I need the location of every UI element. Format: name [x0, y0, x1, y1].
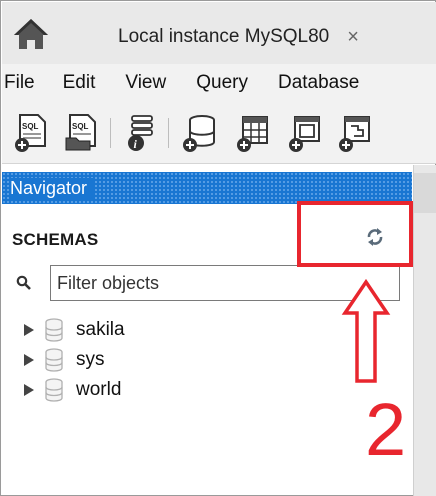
tree-item-label: world [76, 379, 122, 400]
menu-bar: File Edit View Query Database [2, 64, 436, 102]
tree-item-label: sakila [76, 319, 125, 340]
open-sql-script-icon[interactable]: SQL [62, 112, 102, 154]
annotation-step-number: 2 [365, 388, 407, 471]
toolbar-separator [168, 118, 169, 148]
database-icon [45, 348, 63, 372]
menu-file[interactable]: File [4, 72, 35, 94]
menu-view[interactable]: View [125, 72, 166, 94]
schemas-title: SCHEMAS [12, 230, 99, 249]
search-icon [16, 275, 31, 290]
editor-tab-edge[interactable] [414, 173, 436, 213]
menu-query[interactable]: Query [196, 72, 248, 94]
tab-local-instance[interactable]: Local instance MySQL80 × [92, 10, 436, 64]
tab-bar: Local instance MySQL80 × [2, 2, 436, 64]
toolbar-separator [110, 118, 111, 148]
expand-arrow-icon[interactable] [24, 354, 34, 366]
new-sql-tab-icon[interactable]: SQL [12, 112, 52, 154]
annotation-highlight-box [297, 201, 413, 267]
menu-edit[interactable]: Edit [63, 72, 96, 94]
create-view-icon[interactable] [286, 112, 326, 154]
sql-label: SQL [22, 122, 39, 131]
info-icon[interactable]: i [122, 112, 162, 154]
database-icon [45, 378, 63, 402]
create-procedure-icon[interactable] [336, 112, 376, 154]
close-icon[interactable]: × [347, 26, 359, 49]
sql-label: SQL [72, 122, 89, 131]
workbench-window: Local instance MySQL80 × File Edit View … [0, 0, 436, 496]
navigator-header: Navigator [2, 172, 412, 204]
expand-arrow-icon[interactable] [24, 324, 34, 336]
navigator-title: Navigator [10, 177, 94, 199]
toolbar: SQL SQL i [2, 102, 436, 164]
menu-database[interactable]: Database [278, 72, 359, 94]
editor-area-edge [413, 165, 436, 496]
home-icon[interactable] [12, 16, 50, 52]
create-schema-icon[interactable] [180, 112, 220, 154]
create-table-icon[interactable] [234, 112, 274, 154]
database-icon [45, 318, 63, 342]
tree-item-label: sys [76, 349, 105, 370]
expand-arrow-icon[interactable] [24, 384, 34, 396]
annotation-up-arrow-icon [341, 279, 391, 383]
tab-title: Local instance MySQL80 [118, 26, 330, 47]
